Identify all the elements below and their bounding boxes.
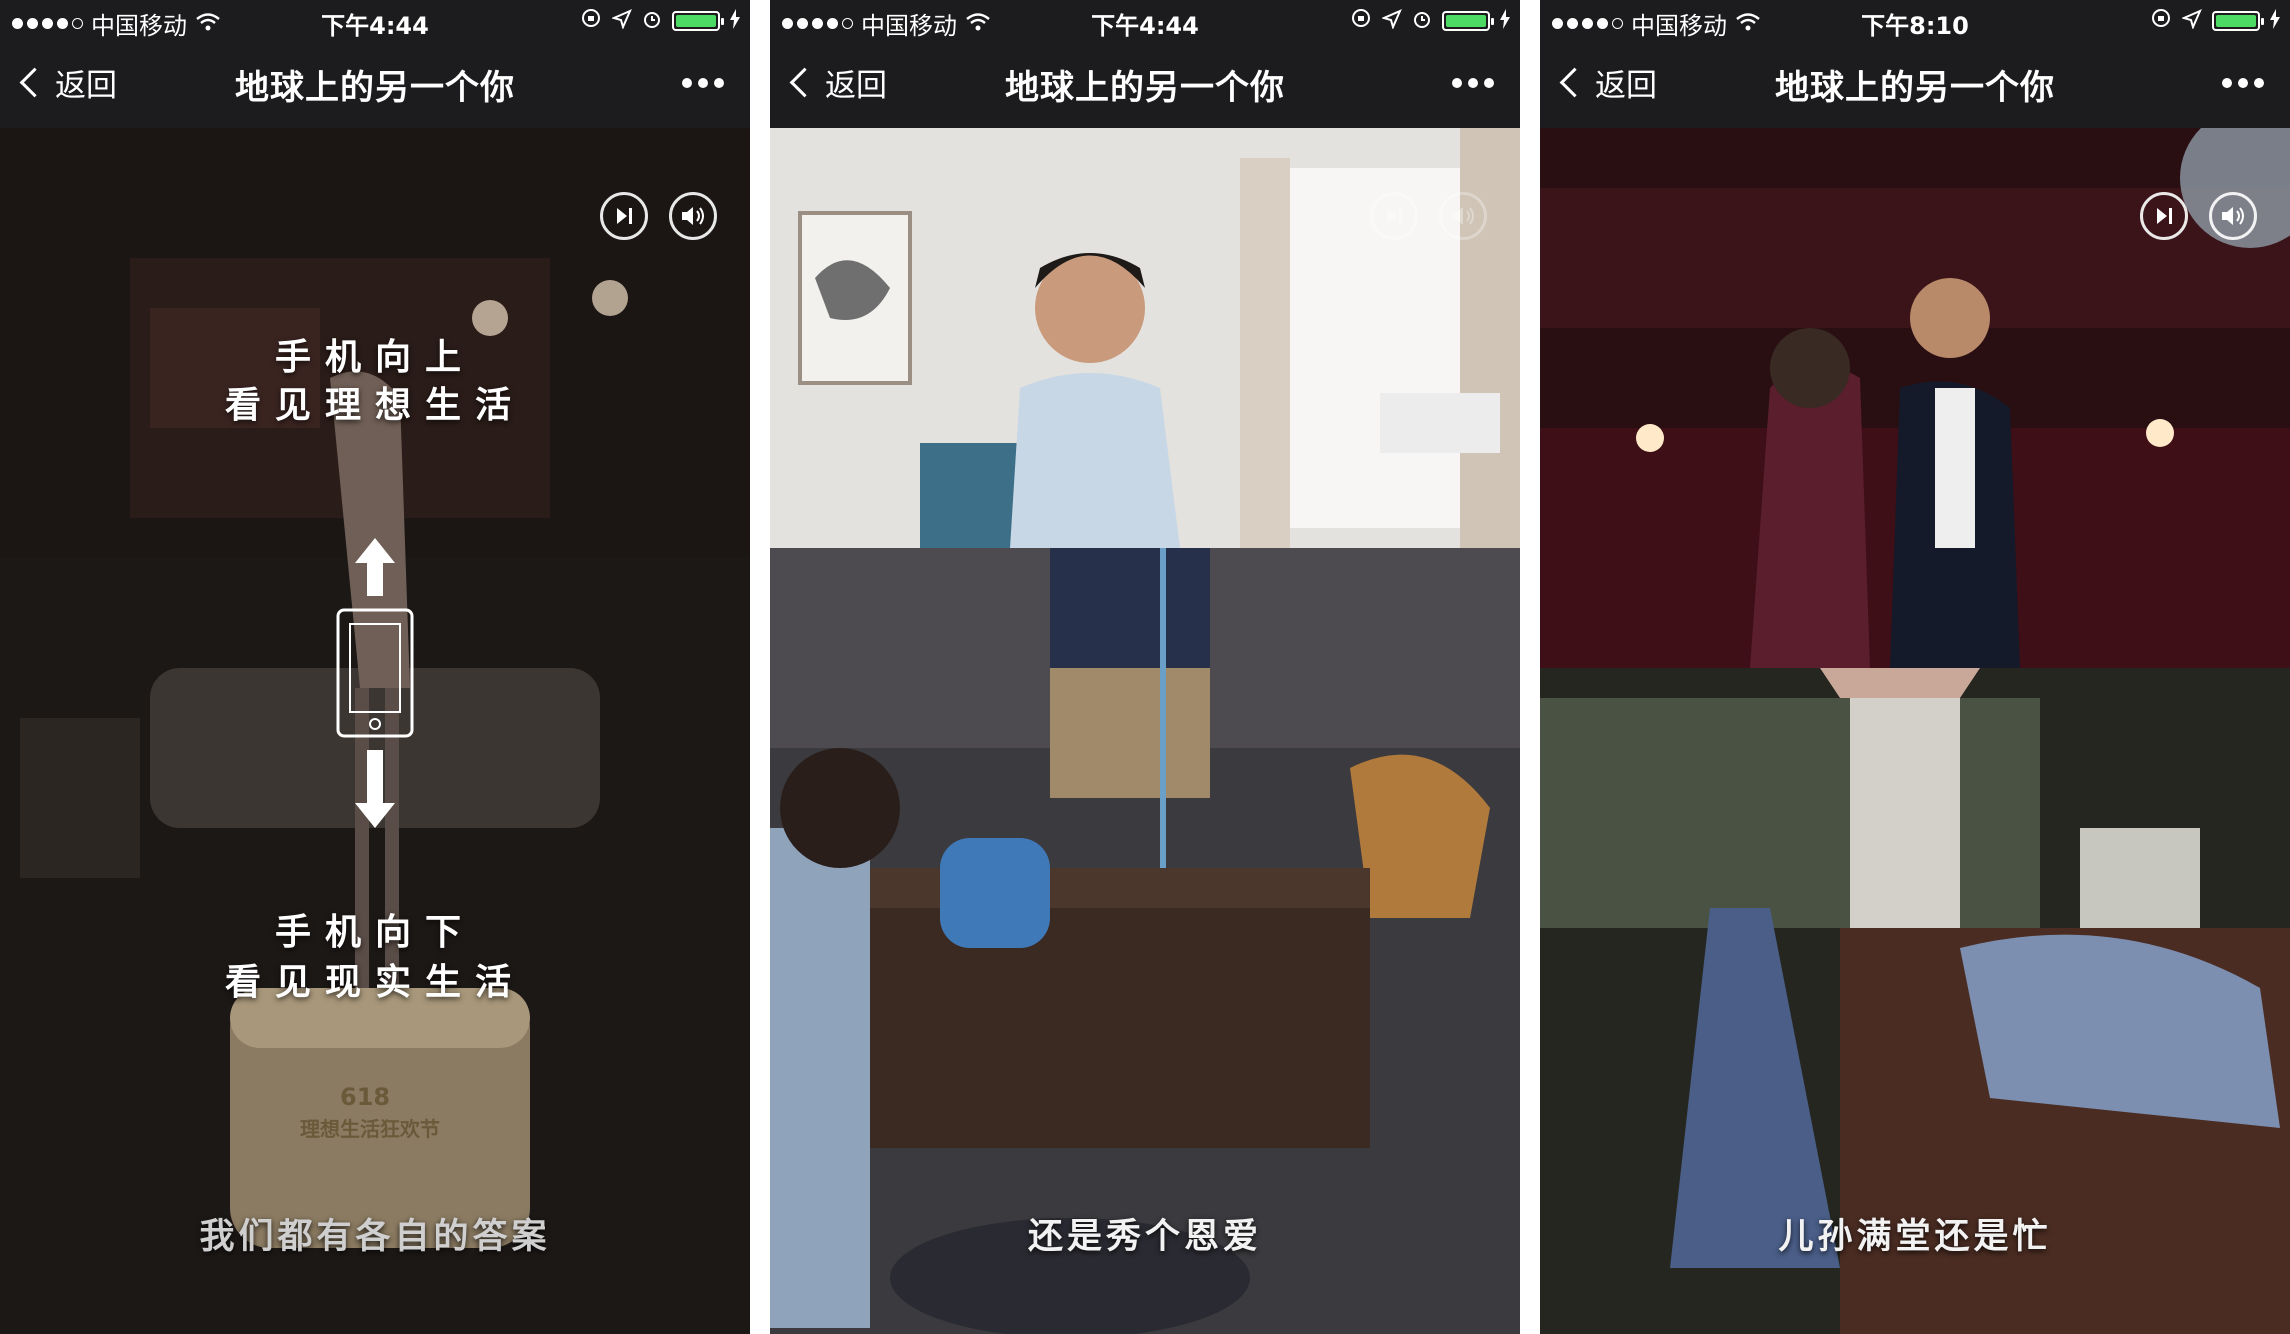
status-bar: 中国移动 下午4:44 xyxy=(770,0,1520,40)
alarm-icon xyxy=(1412,7,1432,35)
volume-button[interactable] xyxy=(1439,192,1487,240)
scene-illustration xyxy=(1540,128,2290,1334)
video-frame[interactable]: 手机向上 看见理想生活 手机向下 看见现实生活 618 理想生活狂欢节 我们都有… xyxy=(0,128,750,1334)
more-options-button[interactable] xyxy=(682,78,724,88)
phone-screen-3: 中国移动 下午8:10 返回 地球上的另一个你 儿孙满堂还是忙 xyxy=(1540,0,2290,1334)
more-options-button[interactable] xyxy=(1452,78,1494,88)
box-slogan: 理想生活狂欢节 xyxy=(300,1117,440,1141)
charging-icon xyxy=(730,7,740,35)
subtitle-caption: 我们都有各自的答案 xyxy=(199,1217,551,1257)
status-bar: 中国移动 下午8:10 xyxy=(1540,0,2290,40)
volume-button[interactable] xyxy=(669,192,717,240)
box-number: 618 xyxy=(340,1083,391,1111)
overlay-up-line-2: 看见理想生活 xyxy=(224,385,525,426)
overlay-down-line-1: 手机向下 xyxy=(274,912,475,953)
overlay-down-line-2: 看见现实生活 xyxy=(224,962,525,1003)
speaker-icon xyxy=(682,207,704,225)
speaker-icon xyxy=(1452,207,1474,225)
charging-icon xyxy=(2270,7,2280,35)
status-bar: 中国移动 下午4:44 xyxy=(0,0,750,40)
skip-forward-icon xyxy=(2157,208,2172,224)
subtitle-caption: 还是秀个恩爱 xyxy=(1027,1217,1262,1257)
speaker-icon xyxy=(2222,207,2244,225)
more-options-button[interactable] xyxy=(2222,78,2264,88)
subtitle-caption: 儿孙满堂还是忙 xyxy=(1778,1217,2052,1257)
page-title: 地球上的另一个你 xyxy=(235,68,515,108)
skip-forward-icon xyxy=(1387,208,1402,224)
location-icon xyxy=(1381,7,1402,35)
skip-forward-icon xyxy=(617,208,632,224)
tilt-phone-icon xyxy=(336,538,414,828)
charging-icon xyxy=(1500,7,1510,35)
nav-bar: 返回 地球上的另一个你 xyxy=(770,40,1520,128)
phone-screen-1: 中国移动 下午4:44 返回 地球上的另一个你 手机向上 看见理想生活 手机向下… xyxy=(0,0,750,1334)
rotation-lock-icon xyxy=(1350,7,1372,35)
skip-button[interactable] xyxy=(2140,192,2188,240)
page-title: 地球上的另一个你 xyxy=(1005,68,1285,108)
skip-button[interactable] xyxy=(1370,192,1418,240)
location-icon xyxy=(611,7,632,35)
scene-illustration xyxy=(770,128,1520,1334)
nav-bar: 返回 地球上的另一个你 xyxy=(1540,40,2290,128)
battery-icon xyxy=(1442,11,1494,31)
video-frame[interactable]: 儿孙满堂还是忙 xyxy=(1540,128,2290,1334)
battery-icon xyxy=(672,11,724,31)
volume-button[interactable] xyxy=(2209,192,2257,240)
location-icon xyxy=(2181,7,2202,35)
nav-bar: 返回 地球上的另一个你 xyxy=(0,40,750,128)
overlay-up-line-1: 手机向上 xyxy=(274,337,475,378)
rotation-lock-icon xyxy=(2150,7,2172,35)
alarm-icon xyxy=(642,7,662,35)
battery-icon xyxy=(2212,11,2264,31)
page-title: 地球上的另一个你 xyxy=(1775,68,2055,108)
phone-screen-2: 中国移动 下午4:44 返回 地球上的另一个你 还是秀个恩爱 xyxy=(770,0,1520,1334)
video-frame[interactable]: 还是秀个恩爱 xyxy=(770,128,1520,1334)
skip-button[interactable] xyxy=(600,192,648,240)
rotation-lock-icon xyxy=(580,7,602,35)
screenshot-gallery: 中国移动 下午4:44 返回 地球上的另一个你 手机向上 看见理想生活 手机向下… xyxy=(0,0,2290,1334)
